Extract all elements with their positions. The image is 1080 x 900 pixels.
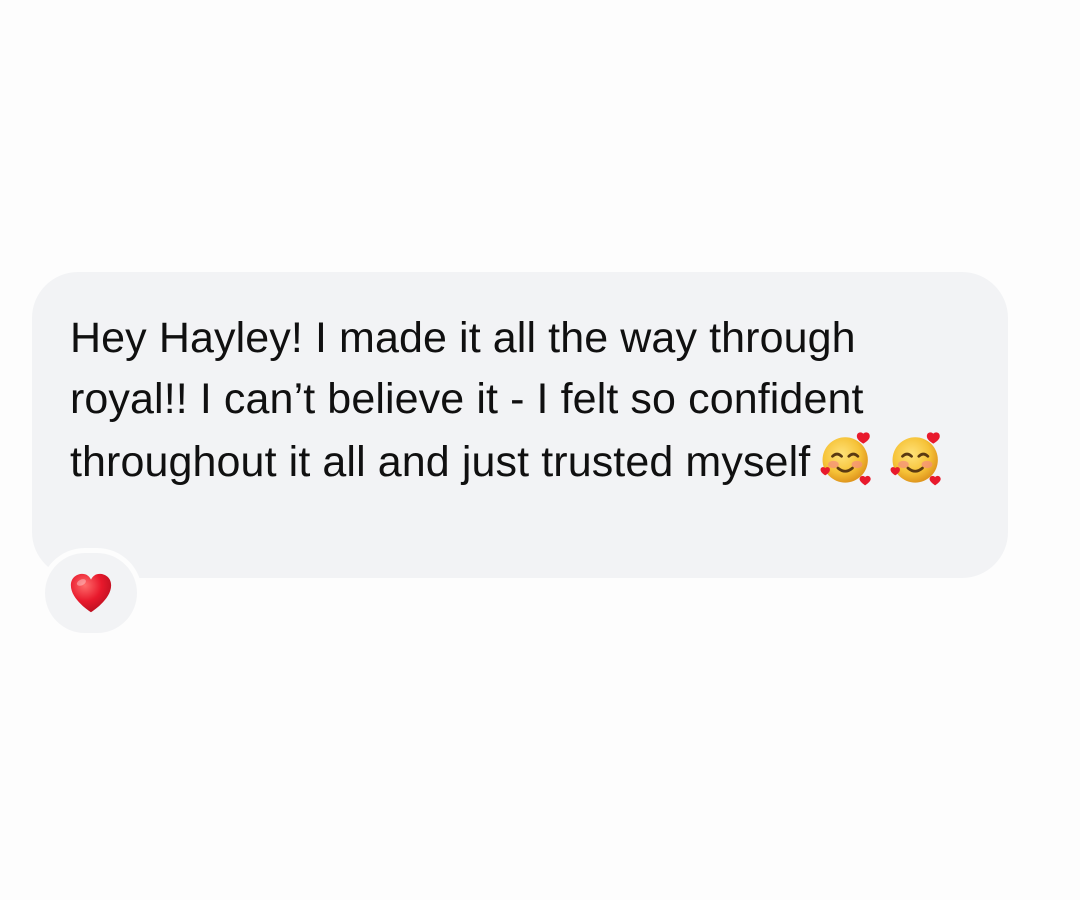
reaction-badge[interactable] [45, 553, 137, 633]
message-bubble[interactable]: Hey Hayley! I made it all the way throug… [32, 272, 1008, 578]
message-text-block: Hey Hayley! I made it all the way throug… [70, 308, 968, 493]
red-heart-icon [70, 573, 112, 613]
smiling-face-with-hearts-icon [890, 432, 941, 486]
message-text: Hey Hayley! I made it all the way throug… [70, 314, 864, 486]
smiling-face-with-hearts-icon [820, 432, 871, 486]
